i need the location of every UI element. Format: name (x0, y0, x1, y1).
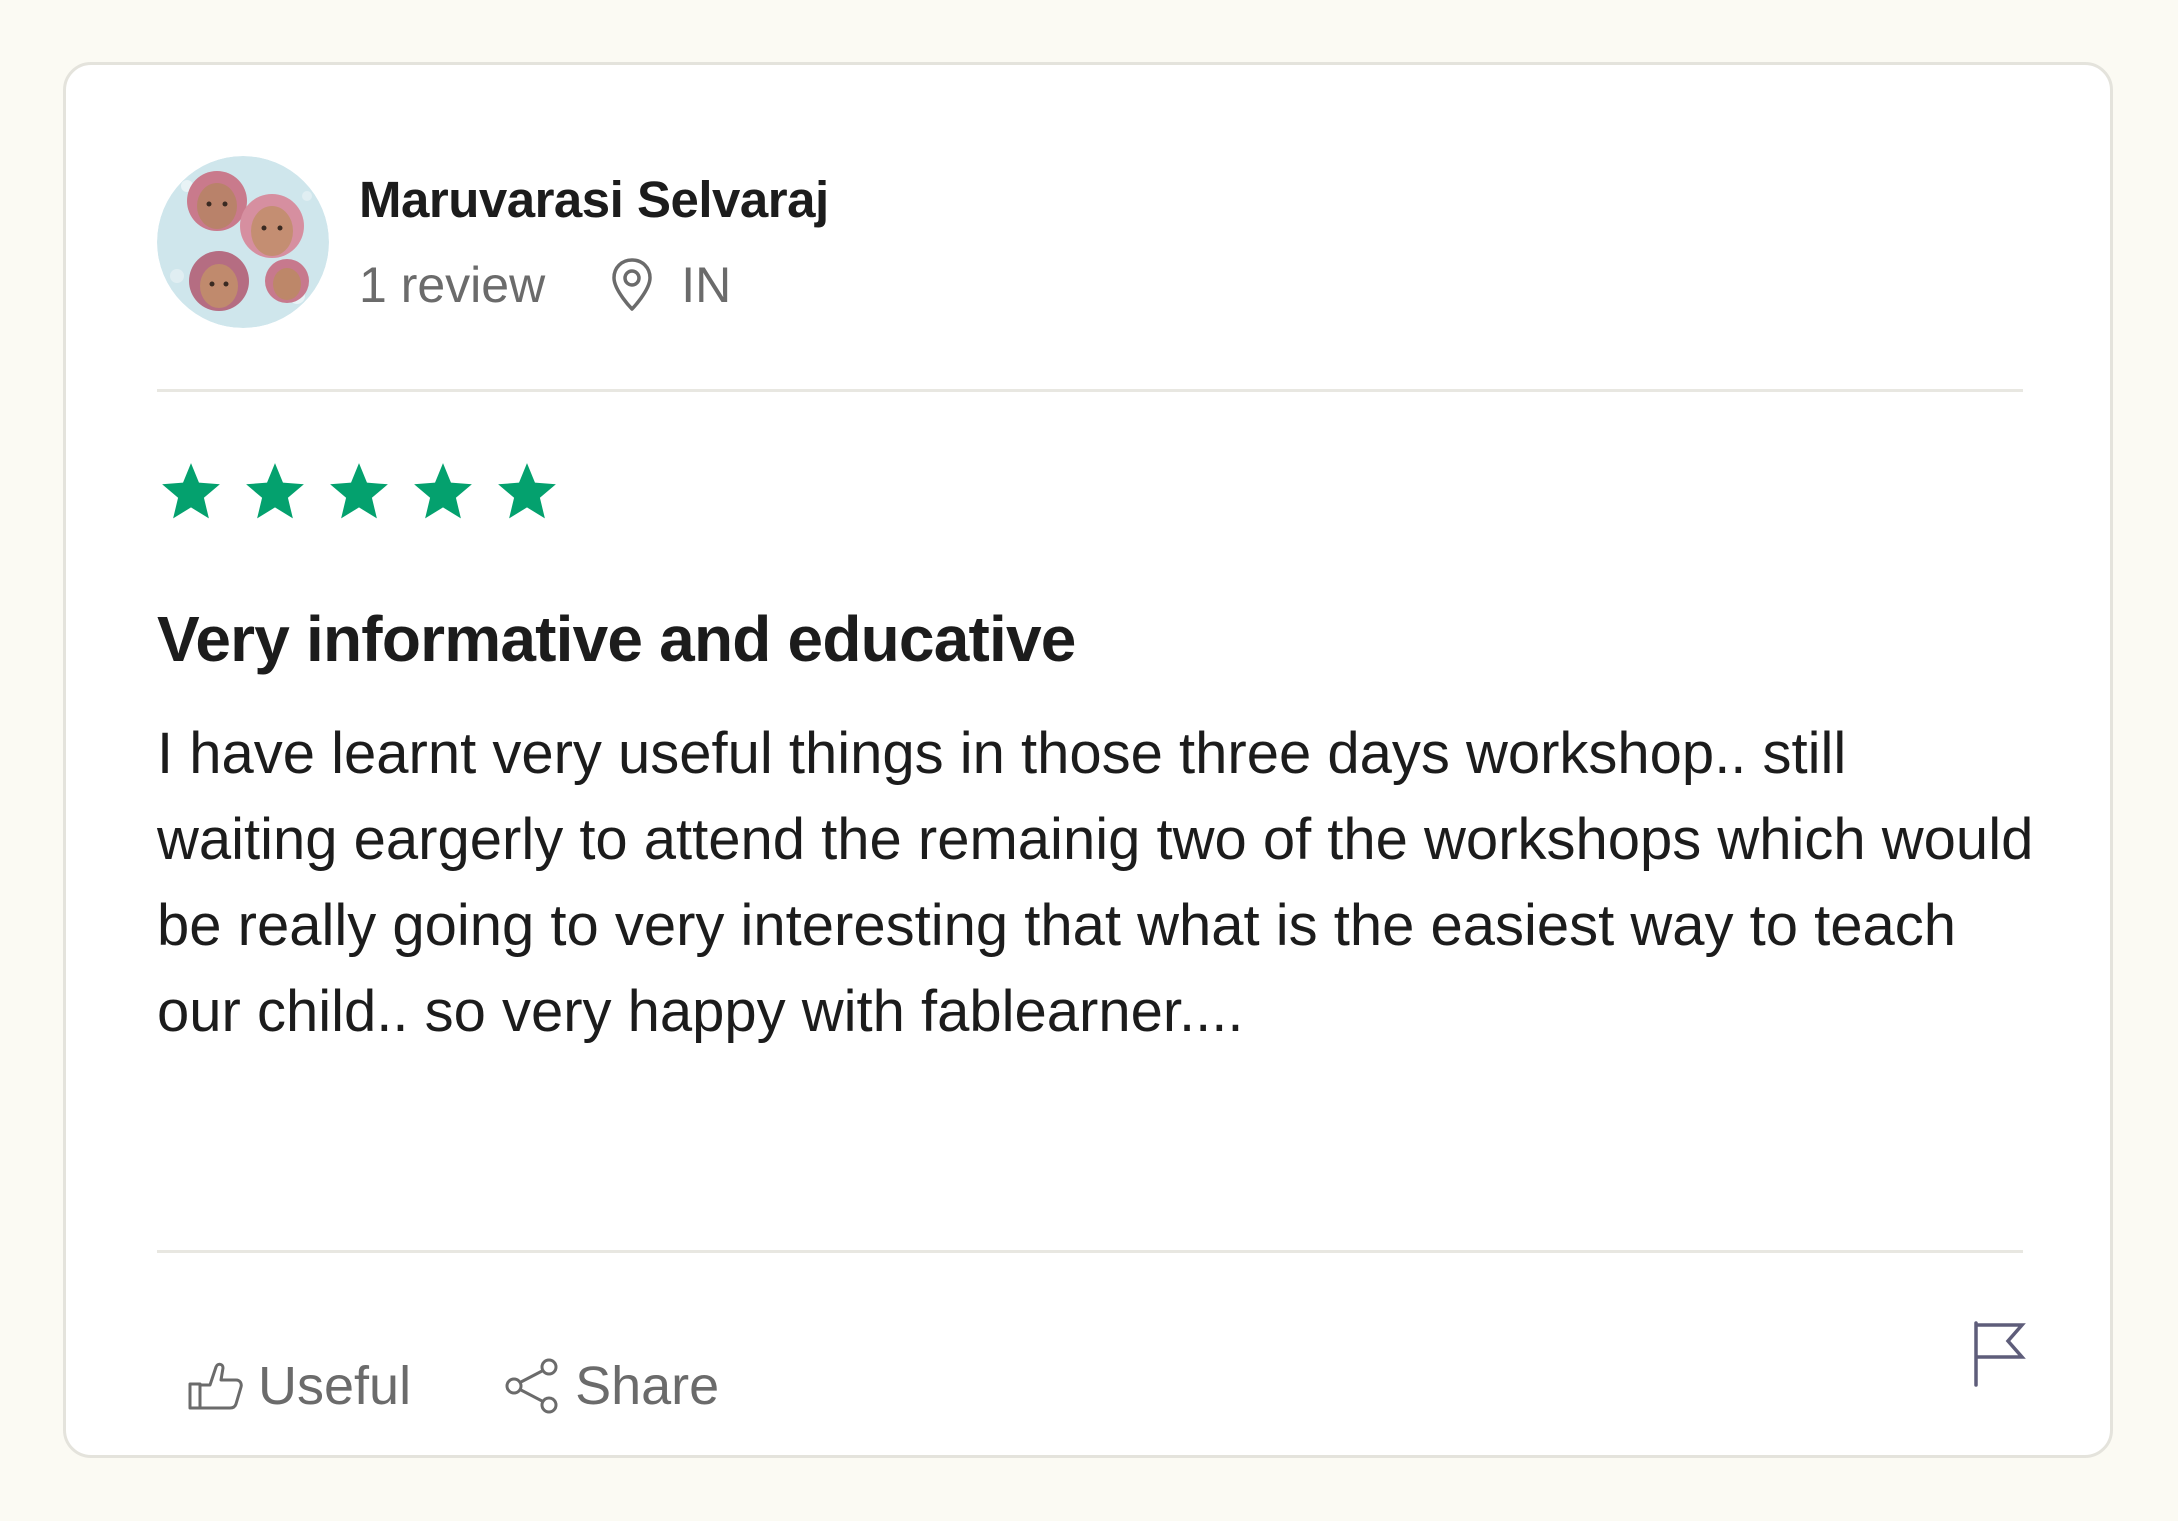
header-divider (157, 389, 2023, 392)
star-rating (157, 459, 577, 525)
reviewer-location: IN (609, 255, 731, 315)
avatar-image (157, 156, 329, 328)
review-count: 1 review (359, 256, 546, 313)
share-label: Share (575, 1356, 720, 1416)
reviewer-meta: 1 review IN (359, 255, 829, 315)
review-body: I have learnt very useful things in thos… (157, 721, 2034, 1044)
reviewer-header: Maruvarasi Selvaraj 1 review IN (157, 156, 829, 328)
review-card: Maruvarasi Selvaraj 1 review IN Very inf… (63, 62, 2113, 1458)
star-icon (325, 459, 393, 525)
avatar[interactable] (157, 156, 329, 328)
share-icon (503, 1356, 563, 1416)
share-button[interactable]: Share (503, 1355, 719, 1417)
reviewer-country: IN (681, 256, 732, 313)
star-icon (157, 459, 225, 525)
useful-label: Useful (258, 1356, 412, 1416)
reviewer-info: Maruvarasi Selvaraj 1 review IN (359, 170, 829, 315)
useful-button[interactable]: Useful (186, 1355, 411, 1417)
footer-divider (157, 1250, 2023, 1253)
thumbs-up-icon (186, 1356, 246, 1416)
review-actions: Useful Share (186, 1355, 719, 1417)
review-title[interactable]: Very informative and educative (157, 599, 1076, 679)
reviewer-name[interactable]: Maruvarasi Selvaraj (359, 170, 829, 230)
location-pin-icon (609, 257, 655, 313)
star-icon (241, 459, 309, 525)
star-icon (409, 459, 477, 525)
flag-icon (1968, 1319, 2028, 1389)
report-button[interactable] (1968, 1319, 2028, 1389)
star-icon (493, 459, 561, 525)
